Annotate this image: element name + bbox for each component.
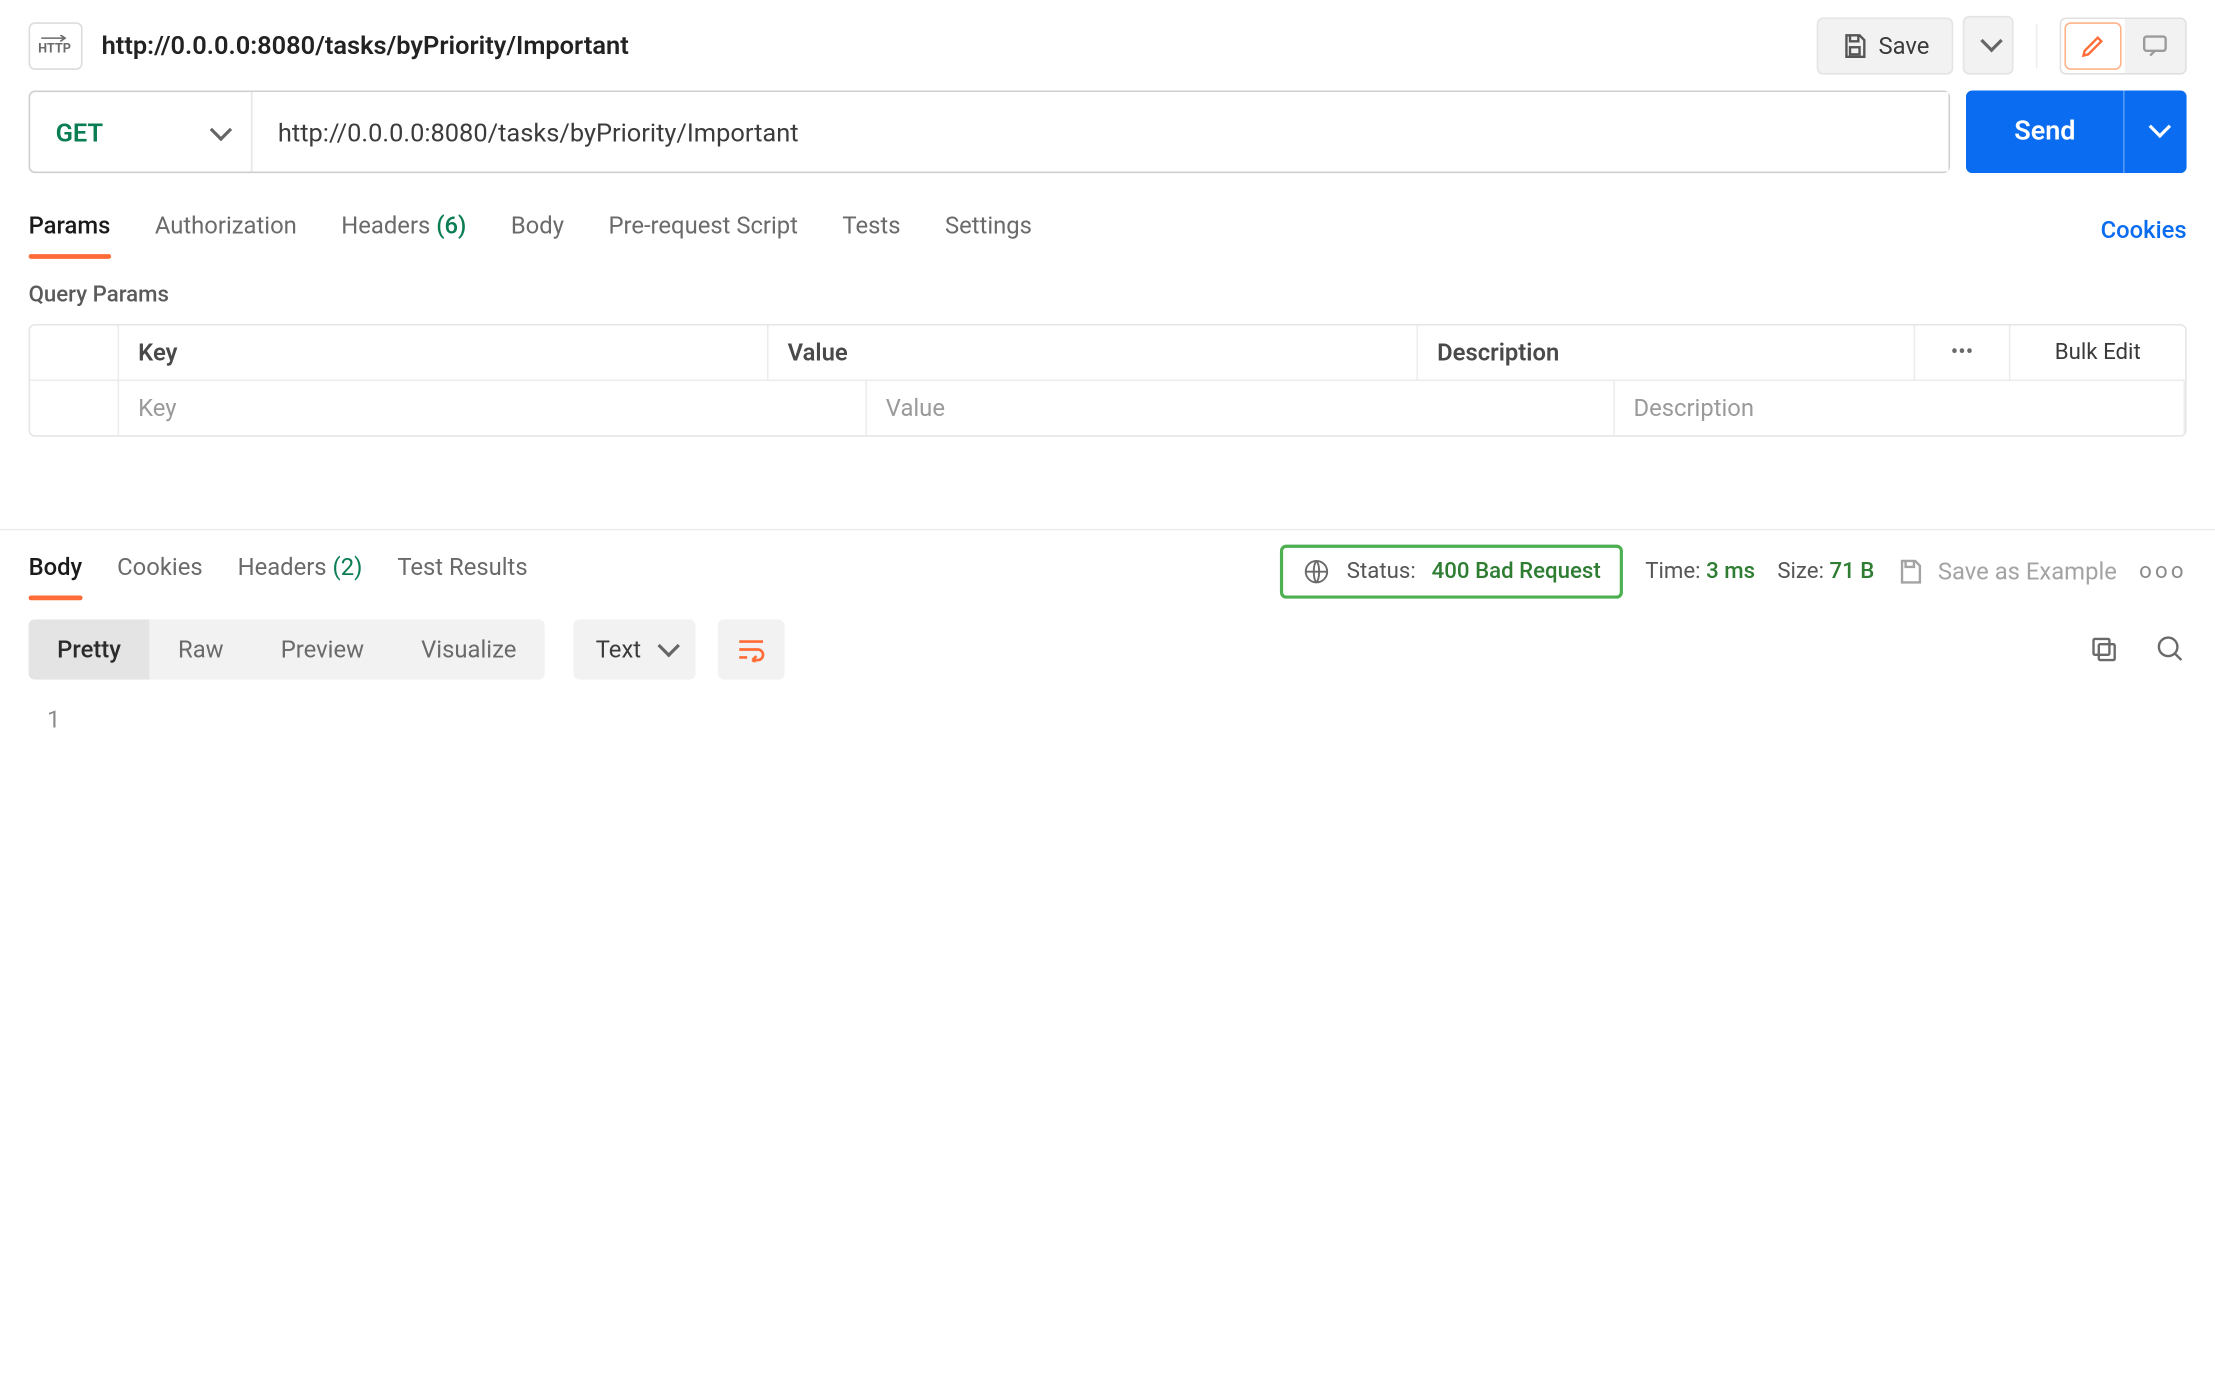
- svg-text:HTTP: HTTP: [38, 41, 71, 56]
- row-handle: [30, 326, 119, 380]
- size-label: Size:: [1777, 559, 1824, 584]
- save-as-example-button[interactable]: Save as Example: [1897, 557, 2117, 586]
- save-icon: [1840, 31, 1869, 60]
- save-as-example-label: Save as Example: [1938, 557, 2117, 586]
- view-mode-segmented: Pretty Raw Preview Visualize: [29, 619, 545, 679]
- response-more-icon[interactable]: ooo: [2139, 559, 2187, 584]
- query-params-label: Query Params: [0, 260, 2215, 324]
- comment-mode-button[interactable]: [2125, 18, 2185, 72]
- view-mode-raw[interactable]: Raw: [149, 619, 252, 679]
- resp-tab-cookies[interactable]: Cookies: [117, 543, 202, 600]
- tab-headers-count: (6): [436, 211, 466, 240]
- tab-body[interactable]: Body: [511, 202, 564, 259]
- search-icon[interactable]: [2155, 634, 2187, 666]
- col-description: Description: [1418, 326, 1915, 380]
- query-params-table: Key Value Description ••• Bulk Edit: [29, 324, 2187, 437]
- tab-headers[interactable]: Headers (6): [341, 202, 466, 259]
- resp-tab-test-results[interactable]: Test Results: [397, 543, 527, 600]
- chevron-down-icon: [1980, 33, 1996, 58]
- chevron-down-icon: [657, 635, 673, 664]
- send-button[interactable]: Send: [1967, 91, 2124, 174]
- time-meta: Time: 3 ms: [1645, 559, 1755, 584]
- method-label: GET: [56, 117, 104, 147]
- view-mode-pretty[interactable]: Pretty: [29, 619, 150, 679]
- param-key-input[interactable]: [138, 394, 846, 423]
- save-label: Save: [1878, 31, 1929, 60]
- resp-tab-headers-count: (2): [333, 553, 363, 582]
- row-handle: [30, 381, 119, 435]
- tab-settings[interactable]: Settings: [945, 202, 1032, 259]
- method-select[interactable]: GET: [30, 92, 252, 171]
- status-value: 400 Bad Request: [1432, 559, 1601, 584]
- view-mode-preview[interactable]: Preview: [252, 619, 392, 679]
- resp-tab-headers-label: Headers: [238, 553, 327, 582]
- param-description-input[interactable]: [1633, 394, 2164, 423]
- view-mode-visualize[interactable]: Visualize: [393, 619, 545, 679]
- tab-authorization[interactable]: Authorization: [155, 202, 297, 259]
- size-value: 71 B: [1830, 559, 1875, 584]
- size-meta: Size: 71 B: [1777, 559, 1874, 584]
- url-input[interactable]: [252, 92, 1949, 171]
- save-icon: [1897, 557, 1926, 586]
- col-key: Key: [119, 326, 768, 380]
- status-box: Status: 400 Bad Request: [1280, 545, 1623, 599]
- separator: [2036, 23, 2038, 67]
- chevron-down-icon: [2148, 120, 2164, 144]
- cookies-link[interactable]: Cookies: [2101, 216, 2187, 245]
- param-value-input[interactable]: [886, 394, 1594, 423]
- http-method-icon: HTTP: [29, 21, 83, 69]
- tab-headers-label: Headers: [341, 211, 430, 240]
- time-label: Time:: [1645, 559, 1700, 584]
- resp-tab-headers[interactable]: Headers (2): [238, 543, 363, 600]
- response-body[interactable]: 1: [0, 699, 2215, 740]
- time-value: 3 ms: [1706, 559, 1755, 584]
- send-caret-button[interactable]: [2123, 91, 2187, 174]
- col-value: Value: [769, 326, 1418, 380]
- copy-icon[interactable]: [2088, 634, 2120, 666]
- response-body-text: [73, 699, 2187, 740]
- tab-params[interactable]: Params: [29, 202, 111, 259]
- edit-mode-button[interactable]: [2064, 21, 2121, 69]
- line-number: 1: [29, 699, 73, 740]
- globe-icon: [1302, 557, 1331, 586]
- resp-tab-body[interactable]: Body: [29, 543, 83, 600]
- format-label: Text: [596, 635, 641, 664]
- tab-tests[interactable]: Tests: [842, 202, 900, 259]
- save-button[interactable]: Save: [1817, 17, 1954, 74]
- chevron-down-icon: [210, 117, 226, 147]
- tab-pre-request-script[interactable]: Pre-request Script: [608, 202, 798, 259]
- wrap-lines-button[interactable]: [717, 619, 784, 679]
- bulk-edit-button[interactable]: Bulk Edit: [2010, 326, 2185, 380]
- request-title: http://0.0.0.0:8080/tasks/byPriority/Imp…: [102, 30, 1798, 60]
- format-select[interactable]: Text: [574, 619, 696, 679]
- status-label: Status:: [1347, 559, 1416, 584]
- save-caret-button[interactable]: [1963, 16, 2014, 75]
- cols-more-icon[interactable]: •••: [1915, 326, 2010, 380]
